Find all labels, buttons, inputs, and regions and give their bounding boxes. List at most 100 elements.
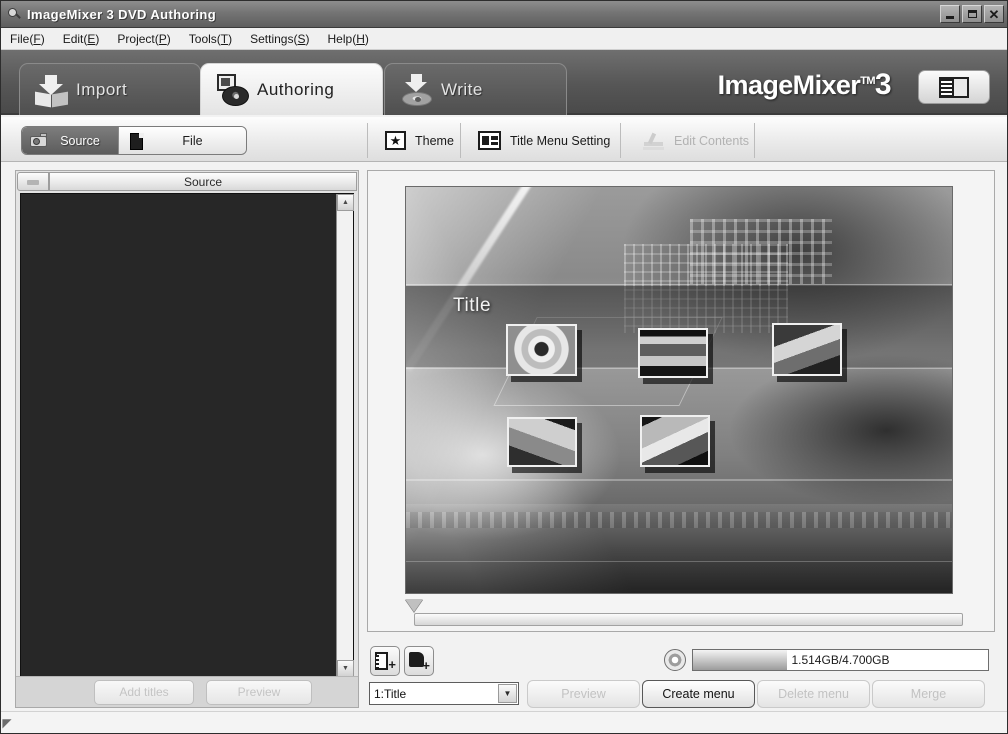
- tab-authoring-label: Authoring: [257, 79, 335, 99]
- application-window: ImageMixer 3 DVD Authoring ✕ File(F) Edi…: [0, 0, 1008, 734]
- brand-name: ImageMixer: [717, 70, 861, 100]
- person-thumbnail[interactable]: [772, 323, 842, 376]
- menu-file[interactable]: File(F): [1, 30, 54, 48]
- scrubber-track[interactable]: [414, 613, 963, 626]
- preview-button: Preview: [527, 680, 640, 708]
- edit-contents-button: Edit Contents: [631, 125, 759, 156]
- import-icon: [34, 73, 70, 107]
- close-button[interactable]: ✕: [984, 5, 1004, 23]
- segment-source[interactable]: Source: [22, 127, 118, 154]
- disc-capacity-text: 1.514GB/4.700GB: [791, 653, 890, 667]
- add-photo-icon: +: [409, 652, 430, 672]
- title-menu-setting-button[interactable]: Title Menu Setting: [468, 125, 620, 156]
- menu-settings-label: Settings: [250, 31, 294, 46]
- source-panel-buttons: Add titles Preview: [16, 676, 358, 707]
- dog-thumbnail[interactable]: [507, 417, 577, 467]
- add-video-icon: +: [375, 652, 396, 671]
- theme-button-label: Theme: [415, 133, 454, 148]
- title-menu-setting-label: Title Menu Setting: [510, 133, 611, 148]
- authoring-disc-icon: [215, 73, 251, 107]
- menu-preview-panel: Title: [367, 170, 995, 632]
- source-panel-title: Source: [49, 172, 357, 191]
- dvd-menu-preview[interactable]: Title: [405, 186, 953, 594]
- menu-file-label: File: [10, 31, 30, 46]
- source-list-area[interactable]: ▲ ▼: [20, 193, 354, 678]
- preview-scrubber[interactable]: [405, 599, 985, 626]
- scrubber-handle[interactable]: [405, 599, 423, 612]
- menu-edit-label: Edit: [62, 31, 84, 46]
- background-highlight-2: [406, 560, 952, 562]
- write-disc-icon: [399, 73, 435, 107]
- camcorder-icon: [29, 132, 51, 150]
- title-select-value: 1:Title: [374, 686, 407, 701]
- create-menu-button[interactable]: Create menu: [642, 680, 755, 708]
- source-panel: Source ▲ ▼ Add titles Preview: [15, 170, 359, 708]
- tab-write-label: Write: [441, 79, 483, 99]
- chevron-down-icon[interactable]: ▼: [498, 684, 517, 703]
- brand-logo: ImageMixerTM3: [717, 68, 892, 102]
- menu-project-mnemonic: P: [158, 31, 167, 46]
- tab-import[interactable]: Import: [19, 63, 201, 115]
- add-video-button[interactable]: +: [370, 646, 400, 676]
- add-titles-button: Add titles: [94, 679, 194, 705]
- sunflower-thumbnail[interactable]: [506, 324, 577, 376]
- collapse-icon[interactable]: [17, 172, 49, 191]
- menu-title-text[interactable]: Title: [453, 295, 491, 317]
- menu-edit[interactable]: Edit(E): [54, 30, 109, 48]
- menu-help[interactable]: Help(H): [319, 30, 378, 48]
- menu-help-mnemonic: H: [356, 31, 365, 46]
- layout-toggle-icon[interactable]: [918, 70, 990, 104]
- close-icon: ✕: [988, 6, 1000, 22]
- tab-import-label: Import: [76, 79, 128, 99]
- resize-grip-icon[interactable]: ◤: [1, 715, 13, 731]
- main-tab-strip: Import Authoring Write ImageMixerTM3: [1, 50, 1007, 115]
- title-bar: ImageMixer 3 DVD Authoring ✕: [1, 1, 1007, 28]
- menu-settings[interactable]: Settings(S): [241, 30, 318, 48]
- menu-tools[interactable]: Tools(T): [180, 30, 241, 48]
- menu-project[interactable]: Project(P): [108, 30, 179, 48]
- menu-file-mnemonic: F: [33, 31, 41, 46]
- theme-button[interactable]: ★ Theme: [375, 125, 464, 156]
- menu-tools-mnemonic: T: [220, 31, 229, 46]
- edit-contents-icon: [641, 131, 665, 151]
- source-scrollbar[interactable]: ▲ ▼: [336, 194, 354, 677]
- file-icon: [126, 132, 148, 150]
- menu-layout-icon: [478, 131, 501, 150]
- background-bottom-band: [406, 503, 952, 593]
- tab-authoring[interactable]: Authoring: [200, 63, 383, 115]
- title-select-dropdown[interactable]: 1:Title ▼: [369, 682, 519, 705]
- source-panel-header: Source: [16, 171, 358, 192]
- menu-project-label: Project: [117, 31, 155, 46]
- merge-button: Merge: [872, 680, 985, 708]
- delete-menu-button: Delete menu: [757, 680, 870, 708]
- background-highlight-1: [406, 479, 952, 482]
- source-file-segmented-control: Source File: [21, 126, 247, 155]
- menu-edit-mnemonic: E: [87, 31, 96, 46]
- brand-version: 3: [874, 68, 892, 101]
- scroll-up-icon[interactable]: ▲: [337, 194, 354, 211]
- brand-tm: TM: [860, 75, 875, 87]
- menu-bar: File(F) Edit(E) Project(P) Tools(T) Sett…: [1, 28, 1007, 50]
- disc-capacity-bar: 1.514GB/4.700GB: [692, 649, 989, 671]
- band-line-top: [406, 284, 952, 286]
- child-thumbnail[interactable]: [640, 415, 710, 467]
- menu-help-label: Help: [327, 31, 353, 46]
- scene-thumbnail[interactable]: [638, 328, 708, 378]
- source-preview-button: Preview: [206, 679, 312, 705]
- segment-file-label: File: [182, 133, 203, 148]
- add-photo-button[interactable]: +: [404, 646, 434, 676]
- star-icon: ★: [385, 131, 406, 150]
- status-bar: ◤: [1, 711, 1007, 733]
- window-controls: ✕: [940, 5, 1004, 23]
- minimize-button[interactable]: [940, 5, 960, 23]
- segment-file[interactable]: File: [118, 127, 246, 154]
- background-grid-2: [689, 219, 832, 285]
- menu-settings-mnemonic: S: [297, 31, 306, 46]
- tab-write[interactable]: Write: [384, 63, 567, 115]
- window-title: ImageMixer 3 DVD Authoring: [27, 6, 217, 22]
- menu-tools-label: Tools: [188, 31, 217, 46]
- maximize-button[interactable]: [962, 5, 982, 23]
- scroll-down-icon[interactable]: ▼: [337, 660, 354, 677]
- edit-contents-label: Edit Contents: [674, 133, 750, 148]
- disc-icon: [664, 649, 686, 671]
